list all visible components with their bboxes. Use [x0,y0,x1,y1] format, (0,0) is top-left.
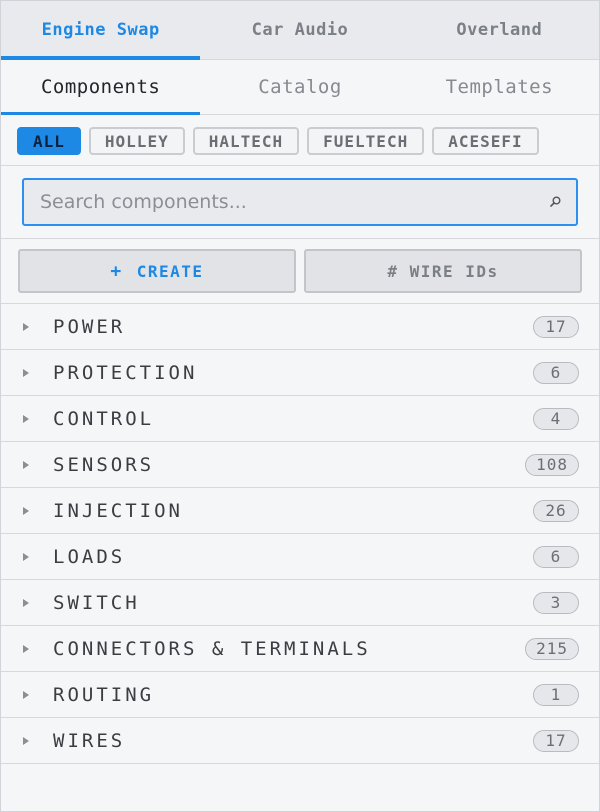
count-badge: 6 [533,545,579,568]
plus-icon: + [110,260,123,282]
caret-right-icon [23,322,29,331]
caret-right-icon [23,368,29,377]
filter-chip-holley[interactable]: HOLLEY [88,127,185,155]
category-label: INJECTION [53,499,183,522]
search-section [1,166,599,239]
caret-right-icon [23,690,29,699]
search-icon[interactable] [548,195,562,209]
category-label: LOADS [53,545,126,568]
caret-right-icon [23,552,29,561]
tab-car-audio[interactable]: Car Audio [200,1,399,59]
wire-ids-button[interactable]: # WIRE IDs [304,249,582,293]
count-badge: 4 [533,407,579,430]
category-row-connectors-terminals[interactable]: CONNECTORS & TERMINALS 215 [1,626,599,672]
caret-right-icon [23,736,29,745]
category-list: POWER 17 PROTECTION 6 CONTROL 4 SENSORS … [1,304,599,764]
category-label: SWITCH [53,591,140,614]
action-bar: + CREATE # WIRE IDs [1,239,599,304]
category-row-sensors[interactable]: SENSORS 108 [1,442,599,488]
caret-right-icon [23,644,29,653]
category-label: PROTECTION [53,361,198,384]
tab-templates[interactable]: Templates [400,60,599,114]
caret-right-icon [23,506,29,515]
category-row-switch[interactable]: SWITCH 3 [1,580,599,626]
caret-right-icon [23,460,29,469]
category-row-protection[interactable]: PROTECTION 6 [1,350,599,396]
category-row-routing[interactable]: ROUTING 1 [1,672,599,718]
count-badge: 3 [533,591,579,614]
count-badge: 17 [533,315,579,338]
create-button-label: CREATE [136,261,204,281]
count-badge: 17 [533,729,579,752]
section-tabs: Components Catalog Templates [1,60,599,115]
caret-right-icon [23,598,29,607]
category-label: ROUTING [53,683,155,706]
tab-engine-swap[interactable]: Engine Swap [1,1,201,60]
category-row-injection[interactable]: INJECTION 26 [1,488,599,534]
create-button[interactable]: + CREATE [18,249,296,293]
category-label: CONNECTORS & TERMINALS [53,637,371,660]
category-row-loads[interactable]: LOADS 6 [1,534,599,580]
project-tabs: Engine Swap Car Audio Overland [1,1,599,60]
category-label: SENSORS [53,453,155,476]
count-badge: 1 [533,683,579,706]
category-row-control[interactable]: CONTROL 4 [1,396,599,442]
category-label: WIRES [53,729,126,752]
search-box [22,178,578,226]
tab-overland[interactable]: Overland [400,1,599,59]
caret-right-icon [23,414,29,423]
filter-chip-haltech[interactable]: HALTECH [192,127,300,155]
category-row-wires[interactable]: WIRES 17 [1,718,599,764]
brand-filter-bar: ALL HOLLEY HALTECH FUELTECH ACESEFI [1,115,599,166]
filter-chip-fueltech[interactable]: FUELTECH [307,127,425,155]
filter-chip-acesefi[interactable]: ACESEFI [432,127,539,155]
tab-components[interactable]: Components [1,60,201,115]
count-badge: 108 [525,453,579,476]
components-panel: Engine Swap Car Audio Overland Component… [0,0,600,812]
filter-chip-all[interactable]: ALL [17,127,81,155]
count-badge: 6 [533,361,579,384]
category-label: CONTROL [53,407,155,430]
category-label: POWER [53,315,126,338]
search-input[interactable] [24,180,576,224]
wire-ids-button-label: # WIRE IDs [387,261,499,281]
count-badge: 26 [533,499,579,522]
tab-catalog[interactable]: Catalog [200,60,399,114]
category-row-power[interactable]: POWER 17 [1,304,599,350]
count-badge: 215 [525,637,579,660]
